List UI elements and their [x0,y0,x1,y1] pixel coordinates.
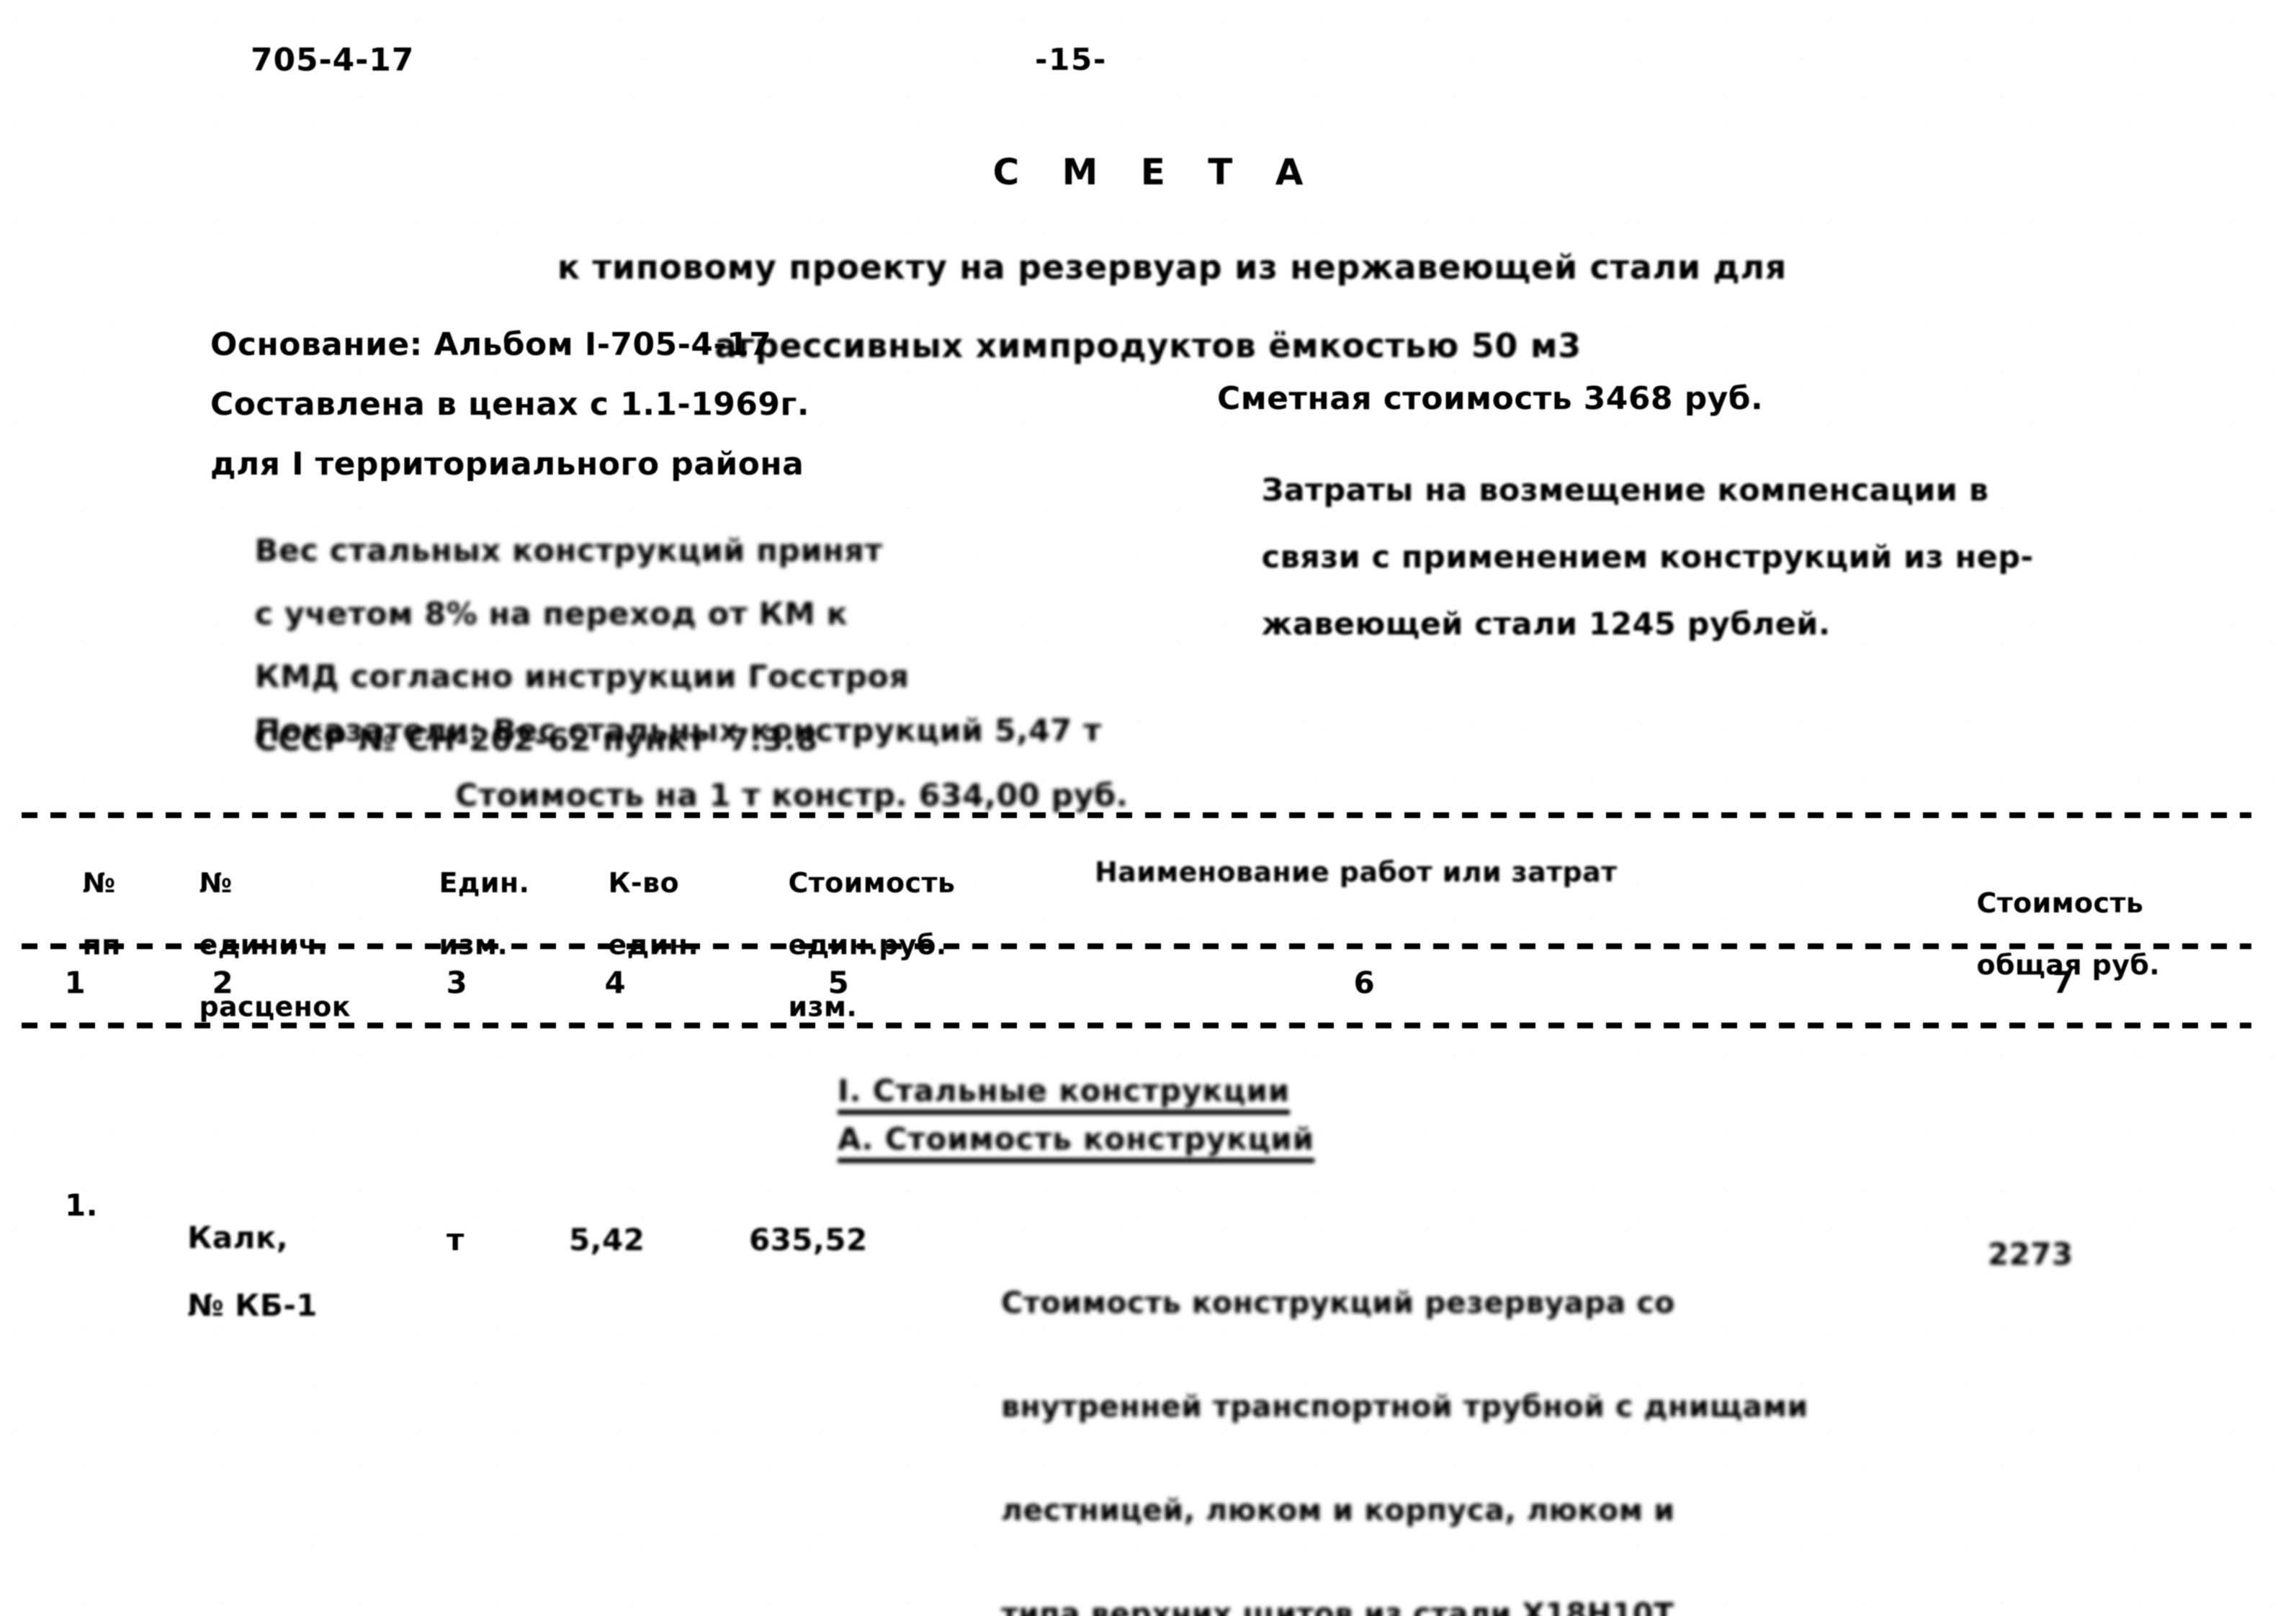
column-number-6: 6 [1353,965,1376,1000]
table-row-unit-price: 635,52 [749,1222,868,1257]
compensation-line-2: связи с применением конструкций из нер- [1261,539,2034,576]
weight-note-line-1: Вес стальных конструкций принят [254,532,883,569]
table-row-total: 2273 [1988,1236,2073,1272]
column-number-2: 2 [212,965,235,1000]
table-row-rate-code-line-2: № КБ-1 [187,1288,318,1324]
column-header-index-line-1: № [82,866,116,899]
column-header-index-line-2: пп [82,928,121,961]
basis-line: Основание: Альбом I-705-4-17 [210,326,772,363]
table-row-description: Стоимость конструкций резервуара со внут… [1001,1217,1837,1616]
column-header-work-description: Наименование работ или затрат [1095,856,1618,888]
table-row-rate-code-line-1: Калк, [187,1220,289,1256]
territorial-region-line: для I территориального района [210,446,804,482]
column-header-unit-rate-code-line-2: единич. [199,928,328,961]
column-header-unit-rate-code: № единич. расценок [160,837,376,1054]
indicators-line-1: Показатели: Вес стальных конструкций 5,4… [254,713,1102,750]
column-header-unit-cost: Стоимость един.руб. изм. [749,837,954,1054]
compensation-block: Затраты на возмещение компенсации в связ… [1217,441,2034,675]
column-header-total-cost-line-1: Стоимость [1976,886,2144,919]
compensation-line-3: жавеющей стали 1245 рублей. [1261,606,1831,643]
scanned-document-page: 705-4-17 -15- С М Е Т А к типовому проек… [0,0,2296,1616]
table-row-description-line-2: внутренней транспортной трубной с днищам… [1001,1388,1808,1424]
column-header-unit-cost-line-2: един.руб. [788,928,947,961]
title-subtitle-line-1: к типовому проекту на резервуар из нержа… [557,248,1787,287]
column-number-7: 7 [2052,965,2075,1000]
table-row-unit: т [447,1222,465,1257]
prices-date-line: Составлена в ценах с 1.1-1969г. [210,386,810,423]
column-number-5: 5 [828,965,851,1000]
table-row-description-line-1: Стоимость конструкций резервуара со [1001,1285,1675,1320]
column-header-unit-rate-code-line-1: № [199,866,233,899]
section-heading-steel-structures: I. Стальные конструкции [838,1073,1291,1115]
compensation-line-1: Затраты на возмещение компенсации в [1261,472,1989,509]
weight-note-line-2: с учетом 8% на переход от КМ к [254,596,848,632]
table-row-index: 1. [65,1188,99,1223]
table-row-rate-code: Калк, № КБ-1 [144,1187,318,1356]
column-header-quantity-line-2: един. [608,928,699,961]
table-top-rule [22,812,2251,818]
column-header-quantity-line-1: К-во [608,866,679,899]
table-row-description-line-3: лестницей, люком и корпуса, люком и [1001,1492,1675,1527]
page-title: С М Е Т А [992,151,1319,193]
section-heading-structure-cost: А. Стоимость конструкций [838,1121,1314,1163]
column-header-measure-unit-line-1: Един. [439,866,530,899]
document-code: 705-4-17 [251,42,415,78]
indicators-line-2: Стоимость на 1 т констр. 634,00 руб. [455,778,1129,814]
column-header-unit-cost-line-1: Стоимость [788,866,956,899]
table-row-quantity: 5,42 [569,1222,645,1257]
column-number-3: 3 [446,965,469,1000]
table-row-description-line-4: типа верхних щитов из стали Х18Н10Т [1001,1596,1674,1616]
estimated-total-cost: Сметная стоимость 3468 руб. [1217,380,1764,417]
column-number-4: 4 [604,965,627,1000]
column-number-1: 1 [64,965,87,1000]
page-number: -15- [1035,42,1108,77]
column-header-measure-unit-line-2: изм. [439,928,508,961]
